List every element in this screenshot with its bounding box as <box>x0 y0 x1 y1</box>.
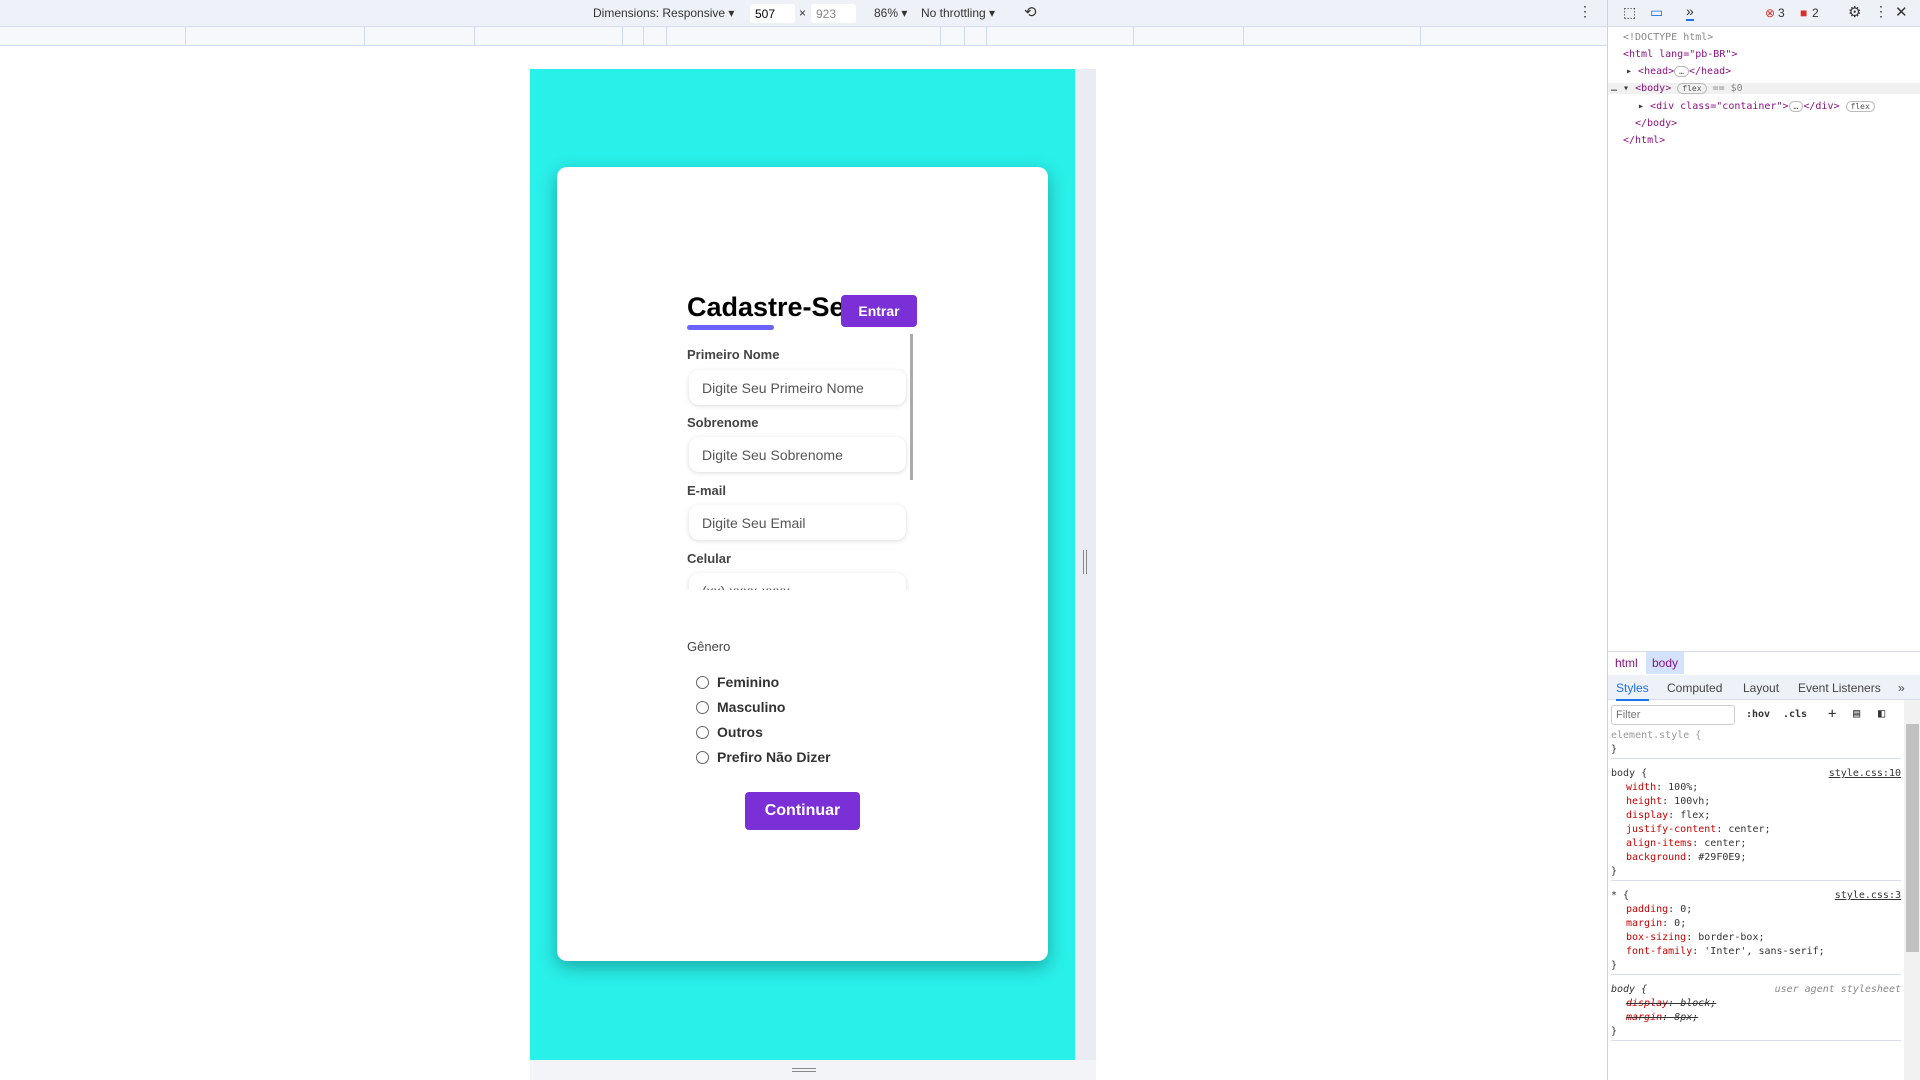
height-input[interactable] <box>811 4 856 23</box>
rule-source[interactable]: style.css:10 <box>1829 768 1901 779</box>
last-name-input[interactable] <box>689 437 906 472</box>
option-label: Outros <box>717 724 763 740</box>
styles-filter-input[interactable] <box>1611 705 1735 725</box>
breadcrumb-body[interactable]: body <box>1646 652 1685 674</box>
radio-icon[interactable] <box>696 675 709 689</box>
tab-computed[interactable]: Computed <box>1667 681 1722 695</box>
viewport-resize-handle[interactable] <box>1075 69 1096 1060</box>
css-declaration[interactable]: display: flex; <box>1626 810 1916 824</box>
css-declaration[interactable]: width: 100%; <box>1626 782 1916 796</box>
dom-doctype[interactable]: <!DOCTYPE html> <box>1623 32 1713 43</box>
css-rule: body {style.css:10 width: 100%; height: 10… <box>1611 768 1901 881</box>
gender-option-masculino[interactable]: Masculino <box>696 699 785 715</box>
more-tabs-icon[interactable]: » <box>1898 681 1905 695</box>
option-label: Feminino <box>717 674 780 690</box>
new-rule-icon[interactable]: + <box>1828 706 1836 722</box>
media-query-ruler <box>0 27 1607 46</box>
page-title: Cadastre-Se <box>687 292 845 322</box>
css-declaration[interactable]: background: #29F0E9; <box>1626 852 1916 866</box>
error-count: 3 <box>1778 6 1785 20</box>
more-options-icon[interactable]: ⋮ <box>1874 3 1888 20</box>
error-icon[interactable]: ⊗ <box>1765 6 1775 20</box>
tab-styles[interactable]: Styles <box>1616 681 1649 701</box>
device-toolbar: Dimensions: Responsive ▾ × 86% ▾ No thro… <box>0 0 1607 27</box>
css-rule: element.style {} <box>1611 730 1901 759</box>
css-declaration[interactable]: margin: 0; <box>1626 918 1916 932</box>
email-input[interactable] <box>689 505 906 540</box>
continue-button[interactable]: Continuar <box>745 792 860 830</box>
css-declaration[interactable]: box-sizing: border-box; <box>1626 932 1916 946</box>
css-declaration[interactable]: font-family: 'Inter', sans-serif; <box>1626 946 1916 960</box>
rule-selector: element.style { <box>1611 730 1702 741</box>
more-options-icon[interactable]: ⋮ <box>1578 3 1592 20</box>
rule-source[interactable]: style.css:3 <box>1835 890 1901 901</box>
radio-icon[interactable] <box>696 725 709 739</box>
css-declaration[interactable]: margin: 8px; <box>1626 1012 1916 1026</box>
gender-option-outros[interactable]: Outros <box>696 724 763 740</box>
zoom-dropdown[interactable]: 86% ▾ <box>874 6 907 20</box>
radio-icon[interactable] <box>696 700 709 714</box>
hov-button[interactable]: :hov <box>1746 709 1770 720</box>
gender-option-feminino[interactable]: Feminino <box>696 674 779 690</box>
title-underline <box>687 325 774 330</box>
css-declaration[interactable]: padding: 0; <box>1626 904 1916 918</box>
viewport-bottom-handle[interactable] <box>530 1060 1096 1080</box>
dom-html-close[interactable]: </html> <box>1623 135 1665 146</box>
warning-count: 2 <box>1812 6 1819 20</box>
devtools-toolbar: ⬚ ▭ » ⊗ 3 ■ 2 ⚙ ⋮ ✕ <box>1608 0 1920 27</box>
breadcrumb: html body <box>1608 651 1920 674</box>
styles-tabs: Styles Computed Layout Event Listeners » <box>1608 675 1920 701</box>
width-input[interactable] <box>750 4 795 23</box>
cls-button[interactable]: .cls <box>1783 709 1807 720</box>
inspect-icon[interactable]: ⬚ <box>1623 4 1636 21</box>
breadcrumb-html[interactable]: html <box>1615 656 1638 670</box>
radio-icon[interactable] <box>696 750 709 764</box>
first-name-label: Primeiro Nome <box>687 347 780 362</box>
paint-icon[interactable]: ▤ <box>1853 706 1860 720</box>
dom-html[interactable]: <html lang="pb-BR"> <box>1623 49 1737 60</box>
css-declaration[interactable]: display: block; <box>1626 998 1916 1012</box>
scrollbar[interactable] <box>910 334 913 480</box>
css-declaration[interactable]: align-items: center; <box>1626 838 1916 852</box>
rule-source[interactable]: user agent stylesheet <box>1775 984 1901 995</box>
css-rule: * {style.css:3 padding: 0; margin: 0; box-s… <box>1611 890 1901 975</box>
first-name-input[interactable] <box>689 370 906 405</box>
css-rule: body {user agent stylesheet display: bloc… <box>1611 984 1901 1041</box>
gender-option-prefiro-nao-dizer[interactable]: Prefiro Não Dizer <box>696 749 831 765</box>
throttling-dropdown[interactable]: No throttling ▾ <box>921 6 995 20</box>
close-icon[interactable]: ✕ <box>1895 3 1908 21</box>
phone-label: Celular <box>687 551 732 566</box>
more-tabs-icon[interactable]: » <box>1686 3 1694 21</box>
sidebar-toggle-icon[interactable]: ◧ <box>1878 706 1885 720</box>
fields-scroll-area[interactable]: Primeiro Nome Sobrenome E-mail Celular <box>685 334 915 590</box>
tab-event-listeners[interactable]: Event Listeners <box>1798 681 1881 695</box>
css-declaration[interactable]: justify-content: center; <box>1626 824 1916 838</box>
option-label: Masculino <box>717 699 786 715</box>
times-sign: × <box>799 6 807 20</box>
gender-label: Gênero <box>687 639 731 654</box>
dom-head[interactable]: ▸ <head>… </head> <box>1626 66 1731 77</box>
option-label: Prefiro Não Dizer <box>717 749 831 765</box>
warning-icon[interactable]: ■ <box>1800 6 1807 20</box>
phone-input[interactable] <box>689 573 906 590</box>
email-label: E-mail <box>687 483 727 498</box>
dom-body-selected[interactable]: … ▾ <body> flex == $0 <box>1608 83 1920 94</box>
device-toggle-icon[interactable]: ▭ <box>1650 4 1663 21</box>
tab-layout[interactable]: Layout <box>1743 681 1779 695</box>
rotate-icon[interactable]: ⟲ <box>1024 3 1037 21</box>
dom-body-close[interactable]: </body> <box>1635 118 1677 129</box>
gear-icon[interactable]: ⚙ <box>1848 3 1861 21</box>
login-button[interactable]: Entrar <box>841 295 917 327</box>
css-declaration[interactable]: height: 100vh; <box>1626 796 1916 810</box>
dom-div-container[interactable]: ▸ <div class="container">… </div> flex <box>1638 101 1875 112</box>
last-name-label: Sobrenome <box>687 415 759 430</box>
devtools-panel: ⬚ ▭ » ⊗ 3 ■ 2 ⚙ ⋮ ✕ <!DOCTYPE html> <htm… <box>1607 0 1920 1080</box>
dimensions-dropdown[interactable]: Dimensions: Responsive ▾ <box>593 6 734 20</box>
